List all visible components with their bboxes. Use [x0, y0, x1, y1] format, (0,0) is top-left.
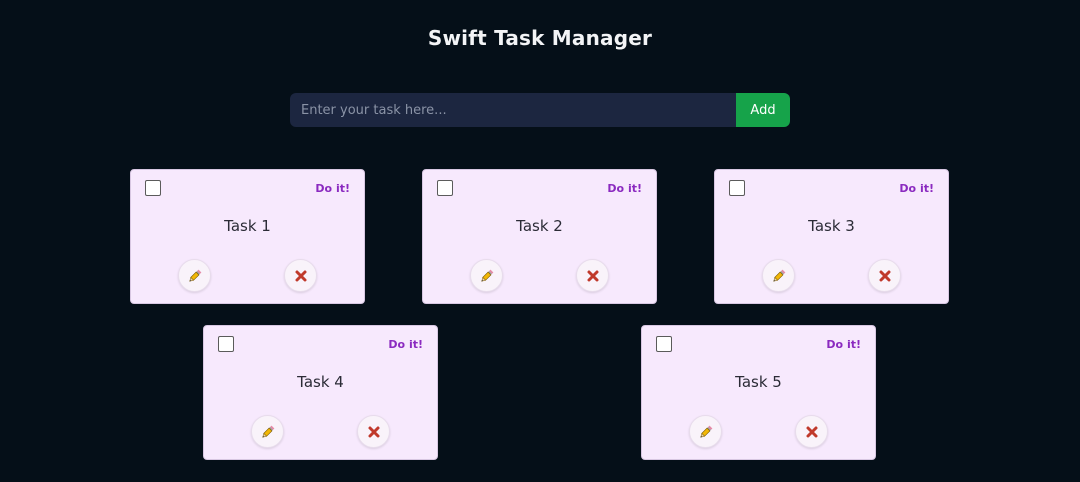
close-x-icon — [805, 425, 819, 439]
delete-task-button[interactable] — [284, 259, 317, 292]
task-checkbox[interactable] — [218, 336, 234, 352]
page-title: Swift Task Manager — [427, 26, 653, 50]
close-x-icon — [294, 269, 308, 283]
task-name: Task 5 — [735, 373, 782, 391]
task-name: Task 1 — [224, 217, 271, 235]
close-x-icon — [367, 425, 381, 439]
pencil-icon — [260, 424, 276, 440]
task-checkbox[interactable] — [145, 180, 161, 196]
task-name: Task 3 — [808, 217, 855, 235]
pencil-icon — [698, 424, 714, 440]
edit-task-button[interactable] — [762, 259, 795, 292]
edit-task-button[interactable] — [689, 415, 722, 448]
edit-task-button[interactable] — [251, 415, 284, 448]
task-status: Do it! — [388, 338, 423, 351]
task-card: Do it! Task 3 — [714, 169, 949, 304]
task-checkbox[interactable] — [729, 180, 745, 196]
delete-task-button[interactable] — [357, 415, 390, 448]
task-card: Do it! Task 4 — [203, 325, 438, 460]
task-card: Do it! Task 5 — [641, 325, 876, 460]
pencil-icon — [479, 268, 495, 284]
close-x-icon — [586, 269, 600, 283]
task-status: Do it! — [826, 338, 861, 351]
delete-task-button[interactable] — [795, 415, 828, 448]
pencil-icon — [771, 268, 787, 284]
task-name: Task 4 — [297, 373, 344, 391]
task-status: Do it! — [315, 182, 350, 195]
edit-task-button[interactable] — [470, 259, 503, 292]
add-task-button[interactable]: Add — [736, 93, 790, 127]
task-checkbox[interactable] — [437, 180, 453, 196]
close-x-icon — [878, 269, 892, 283]
task-status: Do it! — [899, 182, 934, 195]
task-card: Do it! Task 1 — [130, 169, 365, 304]
delete-task-button[interactable] — [576, 259, 609, 292]
task-status: Do it! — [607, 182, 642, 195]
delete-task-button[interactable] — [868, 259, 901, 292]
edit-task-button[interactable] — [178, 259, 211, 292]
task-form: Add — [290, 93, 790, 127]
task-checkbox[interactable] — [656, 336, 672, 352]
task-input[interactable] — [290, 93, 736, 127]
pencil-icon — [187, 268, 203, 284]
task-card: Do it! Task 2 — [422, 169, 657, 304]
task-name: Task 2 — [516, 217, 563, 235]
